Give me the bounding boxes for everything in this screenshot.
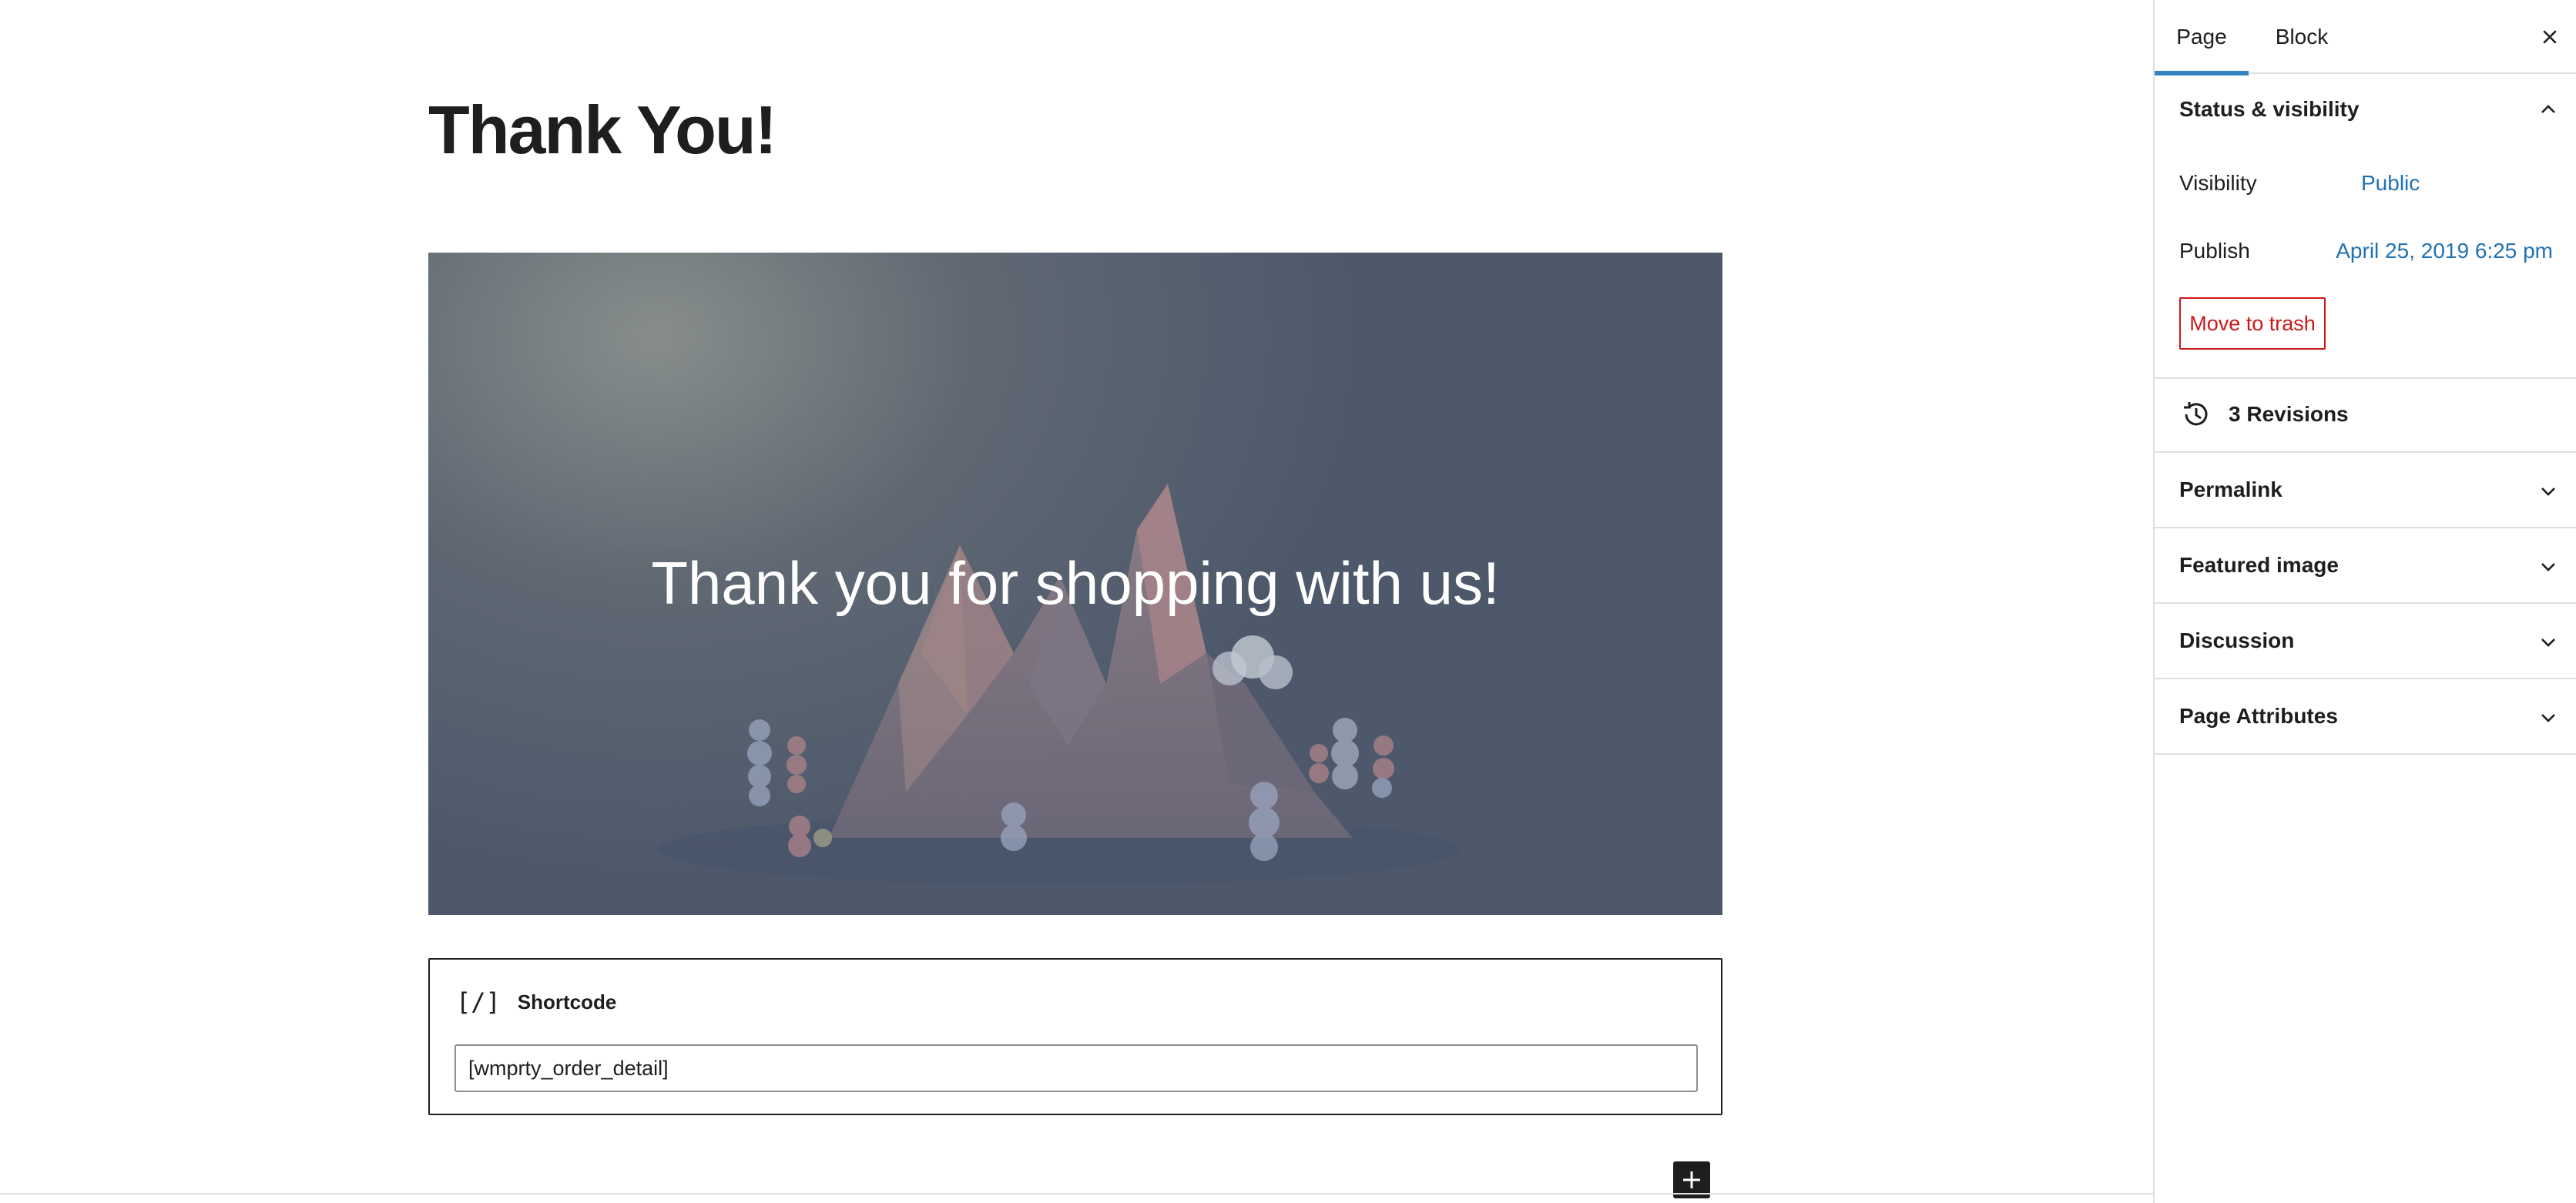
status-visibility-toggle[interactable]: Status & visibility <box>2179 97 2359 122</box>
shortcode-input[interactable] <box>454 1044 1698 1092</box>
permalink-toggle[interactable]: Permalink <box>2179 478 2283 502</box>
move-to-trash-button[interactable]: Move to trash <box>2179 297 2326 350</box>
plus-icon <box>1683 1171 1700 1188</box>
visibility-value-link[interactable]: Public <box>2361 171 2420 196</box>
revisions-link[interactable]: 3 Revisions <box>2229 402 2349 427</box>
cover-heading[interactable]: Thank you for shopping with us! <box>428 548 1722 618</box>
history-icon <box>2184 402 2208 426</box>
chevron-down-icon[interactable] <box>2537 556 2559 578</box>
featured-image-toggle[interactable]: Featured image <box>2179 553 2339 578</box>
page-attributes-panel[interactable]: Page Attributes <box>2155 679 2576 755</box>
status-visibility-panel: Status & visibility Visibility Public Pu… <box>2155 74 2576 379</box>
shortcode-header: [/] Shortcode <box>456 987 616 1017</box>
editor-footer-divider <box>0 1193 2153 1195</box>
discussion-panel[interactable]: Discussion <box>2155 604 2576 679</box>
sidebar-tabs: Page Block <box>2155 0 2576 75</box>
chevron-up-icon[interactable] <box>2537 99 2559 120</box>
shortcode-block[interactable]: [/] Shortcode <box>428 958 1722 1115</box>
settings-sidebar: Page Block Status & visibility Visibilit… <box>2153 0 2576 1203</box>
chevron-down-icon[interactable] <box>2537 481 2559 502</box>
close-sidebar-button[interactable] <box>2533 20 2567 54</box>
chevron-down-icon[interactable] <box>2537 632 2559 653</box>
tab-block[interactable]: Block <box>2256 0 2347 74</box>
publish-date-link[interactable]: April 25, 2019 6:25 pm <box>2336 239 2553 263</box>
permalink-panel[interactable]: Permalink <box>2155 453 2576 528</box>
page-title[interactable]: Thank You! <box>428 91 777 169</box>
revisions-panel[interactable]: 3 Revisions <box>2155 379 2576 453</box>
discussion-toggle[interactable]: Discussion <box>2179 628 2294 653</box>
page-attributes-toggle[interactable]: Page Attributes <box>2179 704 2338 729</box>
cover-block[interactable]: Thank you for shopping with us! <box>428 253 1722 915</box>
editor-canvas: Thank You! Thank you for shopping with u… <box>0 0 2153 1203</box>
tab-page[interactable]: Page <box>2155 0 2249 75</box>
chevron-down-icon[interactable] <box>2537 707 2559 729</box>
publish-label: Publish <box>2179 239 2250 263</box>
close-icon <box>2543 30 2557 44</box>
shortcode-icon: [/] <box>456 987 501 1017</box>
featured-image-panel[interactable]: Featured image <box>2155 528 2576 604</box>
shortcode-title: Shortcode <box>517 990 617 1014</box>
visibility-label: Visibility <box>2179 171 2257 195</box>
